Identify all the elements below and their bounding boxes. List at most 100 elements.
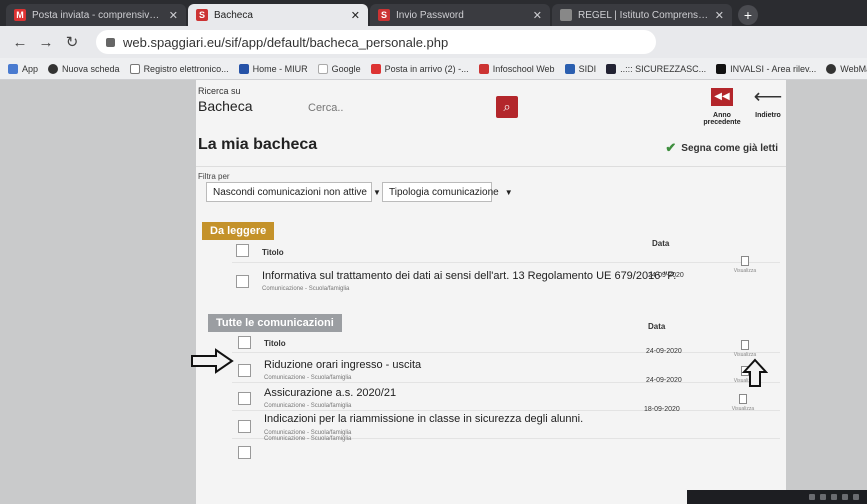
chevron-down-icon: ▼ — [372, 187, 381, 197]
status-filter-value: Nascondi comunicazioni non attive — [213, 186, 367, 198]
tab-invio-password[interactable]: S Invio Password ✕ — [370, 4, 550, 26]
select-all-checkbox[interactable] — [236, 244, 249, 257]
tray-icon[interactable] — [853, 494, 859, 500]
back-arrow-icon: ⟵ — [753, 86, 783, 108]
row-date: 18-09-2020 — [644, 406, 680, 413]
back-label: Indietro — [755, 112, 781, 119]
title-column-header: Titolo — [264, 339, 286, 348]
row-date: 24-09-2020 — [646, 377, 682, 384]
row-title[interactable]: Assicurazione a.s. 2020/21 — [264, 387, 396, 399]
tab-title: REGEL | Istituto Comprensivo Ca — [578, 9, 709, 21]
url-text: web.spaggiari.eu/sif/app/default/bacheca… — [123, 34, 449, 50]
search-input[interactable] — [308, 98, 498, 118]
bookmark-app[interactable]: App — [8, 63, 38, 74]
tray-icon[interactable] — [842, 494, 848, 500]
page-icon — [560, 9, 572, 21]
row-category: Comunicazione - Scuola/famiglia — [264, 403, 352, 409]
bookmark-posta[interactable]: Posta in arrivo (2) -... — [370, 63, 469, 74]
search-button[interactable]: ⌕ — [496, 96, 518, 118]
bookmark-registro[interactable]: Registro elettronico... — [129, 63, 229, 74]
lock-icon — [106, 37, 115, 47]
prev-year-label: Anno precedente — [703, 112, 741, 126]
reload-icon[interactable]: ↻ — [62, 33, 82, 51]
mark-all-read-button[interactable]: ✔ Segna come già letti — [665, 140, 778, 156]
back-button[interactable]: ⟵ Indietro — [750, 86, 786, 119]
close-icon[interactable]: ✕ — [533, 9, 542, 22]
row-category: Comunicazione - Scuola/famiglia — [262, 286, 350, 292]
back-arrow-icon[interactable]: ← — [10, 34, 30, 51]
date-column-header: Data — [652, 239, 670, 248]
tab-gmail[interactable]: M Posta inviata - comprensivo.cana ✕ — [6, 4, 186, 26]
spaggiari-icon: S — [196, 9, 208, 21]
annotation-arrow-up — [742, 358, 768, 387]
bookmark-miur[interactable]: Home - MIUR — [238, 63, 308, 74]
row-checkbox[interactable] — [238, 446, 251, 459]
browser-tabstrip: M Posta inviata - comprensivo.cana ✕ S B… — [0, 0, 867, 26]
row-checkbox[interactable] — [238, 420, 251, 433]
document-icon — [741, 340, 749, 350]
bookmark-sicurezza[interactable]: ..::: SICUREZZASC... — [606, 63, 706, 74]
bookmark-label: SIDI — [578, 63, 597, 74]
tray-icon[interactable] — [831, 494, 837, 500]
new-tab-button[interactable]: + — [738, 5, 758, 25]
system-tray — [687, 490, 867, 504]
bookmark-label: Nuova scheda — [62, 63, 120, 74]
invalsi-icon — [716, 63, 727, 74]
row-checkbox[interactable] — [236, 275, 249, 288]
globe-icon — [826, 63, 837, 74]
row-title[interactable]: Riduzione orari ingresso - uscita — [264, 359, 421, 371]
forward-arrow-icon[interactable]: → — [36, 34, 56, 51]
bookmark-label: Infoschool Web — [492, 63, 555, 74]
tab-title: Posta inviata - comprensivo.cana — [32, 9, 163, 21]
page-icon — [129, 63, 140, 74]
close-icon[interactable]: ✕ — [351, 9, 360, 22]
bookmark-sidi[interactable]: SIDI — [564, 63, 597, 74]
bookmark-nuova-scheda[interactable]: Nuova scheda — [48, 63, 120, 74]
bookmark-infoschool[interactable]: Infoschool Web — [478, 63, 555, 74]
bookmark-invalsi[interactable]: INVALSI - Area rilev... — [716, 63, 816, 74]
bookmark-google[interactable]: Google — [317, 63, 361, 74]
divider — [196, 166, 786, 167]
bookmark-label: Home - MIUR — [252, 63, 308, 74]
tray-icon[interactable] — [809, 494, 815, 500]
spaggiari-icon: S — [378, 9, 390, 21]
row-divider — [232, 352, 780, 353]
search-icon: ⌕ — [503, 99, 511, 114]
tab-regel[interactable]: REGEL | Istituto Comprensivo Ca ✕ — [552, 4, 732, 26]
page-icon — [606, 63, 617, 74]
address-bar[interactable]: web.spaggiari.eu/sif/app/default/bacheca… — [96, 30, 656, 54]
row-title[interactable]: Informativa sul trattamento dei dati ai … — [262, 270, 676, 282]
bookmark-webmail[interactable]: WebMail - Desktop — [826, 63, 867, 74]
title-column-header: Titolo — [262, 248, 284, 257]
select-all-checkbox[interactable] — [238, 336, 251, 349]
bookmarks-bar: App Nuova scheda Registro elettronico...… — [0, 58, 867, 80]
row-date: 24-09-2020 — [646, 348, 682, 355]
row-title[interactable]: Indicazioni per la riammissione in class… — [264, 413, 583, 425]
row-checkbox[interactable] — [238, 392, 251, 405]
miur-icon — [238, 63, 249, 74]
spaggiari-icon — [478, 63, 489, 74]
apps-grid-icon — [8, 63, 18, 74]
type-filter-select[interactable]: Tipologia comunicazione ▼ — [382, 182, 513, 202]
row-divider — [232, 410, 780, 411]
bookmark-label: Google — [331, 63, 361, 74]
tab-title: Bacheca — [214, 9, 253, 21]
view-button[interactable]: Visualizza — [732, 256, 758, 274]
bookmark-label: Posta in arrivo (2) -... — [384, 63, 469, 74]
bacheca-page: Ricerca su Bacheca ⌕ ◀◀ Anno precedente … — [196, 80, 786, 504]
row-divider — [232, 262, 780, 263]
close-icon[interactable]: ✕ — [715, 9, 724, 22]
tray-icon[interactable] — [820, 494, 826, 500]
row-divider — [232, 382, 780, 383]
prev-year-button[interactable]: ◀◀ Anno precedente — [696, 88, 748, 126]
status-filter-select[interactable]: Nascondi comunicazioni non attive ▼ — [206, 182, 381, 202]
tab-bacheca[interactable]: S Bacheca ✕ — [188, 4, 368, 26]
close-icon[interactable]: ✕ — [169, 9, 178, 22]
mark-all-read-label: Segna come già letti — [681, 142, 778, 154]
check-icon: ✔ — [665, 140, 677, 155]
view-button[interactable]: Visualizza — [730, 394, 756, 412]
row-checkbox[interactable] — [238, 364, 251, 377]
view-button[interactable]: Visualizza — [732, 340, 758, 358]
tab-title: Invio Password — [396, 9, 464, 21]
bookmark-label: WebMail - Desktop — [840, 63, 867, 74]
